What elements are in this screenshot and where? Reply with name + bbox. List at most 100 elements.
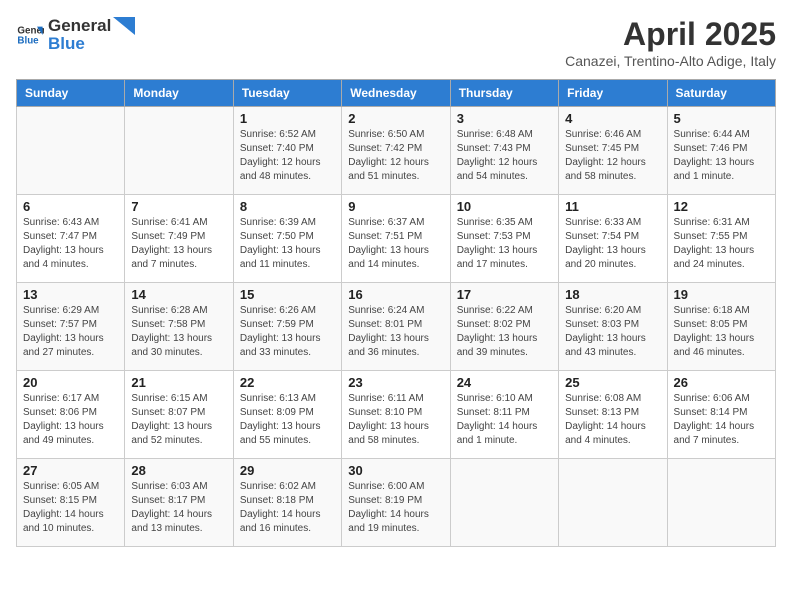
calendar-cell: 29Sunrise: 6:02 AM Sunset: 8:18 PM Dayli… <box>233 459 341 547</box>
calendar-week-row: 6Sunrise: 6:43 AM Sunset: 7:47 PM Daylig… <box>17 195 776 283</box>
day-info: Sunrise: 6:08 AM Sunset: 8:13 PM Dayligh… <box>565 392 660 448</box>
calendar-cell: 6Sunrise: 6:43 AM Sunset: 7:47 PM Daylig… <box>17 195 125 283</box>
calendar-cell: 8Sunrise: 6:39 AM Sunset: 7:50 PM Daylig… <box>233 195 341 283</box>
day-info: Sunrise: 6:17 AM Sunset: 8:06 PM Dayligh… <box>23 392 118 448</box>
day-info: Sunrise: 6:31 AM Sunset: 7:55 PM Dayligh… <box>674 216 769 272</box>
svg-text:Blue: Blue <box>17 35 39 46</box>
calendar-cell: 1Sunrise: 6:52 AM Sunset: 7:40 PM Daylig… <box>233 107 341 195</box>
day-number: 30 <box>348 463 443 478</box>
calendar-cell <box>559 459 667 547</box>
calendar-cell: 26 Sunrise: 6:06 AM Sunset: 8:14 PM Dayli… <box>667 371 775 459</box>
calendar-week-row: 13Sunrise: 6:29 AM Sunset: 7:57 PM Dayli… <box>17 283 776 371</box>
calendar-cell: 3 Sunrise: 6:48 AM Sunset: 7:43 PM Daylig… <box>450 107 558 195</box>
calendar-day-header: Sunday <box>17 80 125 107</box>
page-header: General Blue General Blue April 2025 Can… <box>16 16 776 69</box>
calendar-week-row: 1Sunrise: 6:52 AM Sunset: 7:40 PM Daylig… <box>17 107 776 195</box>
calendar-cell: 30 Sunrise: 6:00 AM Sunset: 8:19 PM Dayli… <box>342 459 450 547</box>
day-info: Sunrise: 6:50 AM Sunset: 7:42 PM Dayligh… <box>348 128 443 184</box>
calendar-header-row: SundayMondayTuesdayWednesdayThursdayFrid… <box>17 80 776 107</box>
day-info: Sunrise: 6:26 AM Sunset: 7:59 PM Dayligh… <box>240 304 335 360</box>
day-info: Sunrise: 6:00 AM Sunset: 8:19 PM Dayligh… <box>348 480 443 536</box>
calendar-cell: 4 Sunrise: 6:46 AM Sunset: 7:45 PM Daylig… <box>559 107 667 195</box>
calendar-cell: 28Sunrise: 6:03 AM Sunset: 8:17 PM Dayli… <box>125 459 233 547</box>
day-number: 8 <box>240 199 335 214</box>
day-info: Sunrise: 6:28 AM Sunset: 7:58 PM Dayligh… <box>131 304 226 360</box>
calendar-cell: 10Sunrise: 6:35 AM Sunset: 7:53 PM Dayli… <box>450 195 558 283</box>
day-number: 16 <box>348 287 443 302</box>
day-number: 21 <box>131 375 226 390</box>
day-info: Sunrise: 6:29 AM Sunset: 7:57 PM Dayligh… <box>23 304 118 360</box>
day-info: Sunrise: 6:35 AM Sunset: 7:53 PM Dayligh… <box>457 216 552 272</box>
day-number: 22 <box>240 375 335 390</box>
calendar-cell: 9 Sunrise: 6:37 AM Sunset: 7:51 PM Daylig… <box>342 195 450 283</box>
calendar-cell <box>125 107 233 195</box>
calendar-cell: 11Sunrise: 6:33 AM Sunset: 7:54 PM Dayli… <box>559 195 667 283</box>
calendar-cell: 23 Sunrise: 6:11 AM Sunset: 8:10 PM Dayli… <box>342 371 450 459</box>
calendar-cell: 12Sunrise: 6:31 AM Sunset: 7:55 PM Dayli… <box>667 195 775 283</box>
day-info: Sunrise: 6:48 AM Sunset: 7:43 PM Dayligh… <box>457 128 552 184</box>
day-info: Sunrise: 6:11 AM Sunset: 8:10 PM Dayligh… <box>348 392 443 448</box>
day-info: Sunrise: 6:15 AM Sunset: 8:07 PM Dayligh… <box>131 392 226 448</box>
calendar-cell: 13Sunrise: 6:29 AM Sunset: 7:57 PM Dayli… <box>17 283 125 371</box>
calendar-cell: 15 Sunrise: 6:26 AM Sunset: 7:59 PM Dayli… <box>233 283 341 371</box>
day-info: Sunrise: 6:46 AM Sunset: 7:45 PM Dayligh… <box>565 128 660 184</box>
location-title: Canazei, Trentino-Alto Adige, Italy <box>565 53 776 69</box>
day-number: 7 <box>131 199 226 214</box>
calendar-cell: 20Sunrise: 6:17 AM Sunset: 8:06 PM Dayli… <box>17 371 125 459</box>
day-number: 24 <box>457 375 552 390</box>
day-info: Sunrise: 6:41 AM Sunset: 7:49 PM Dayligh… <box>131 216 226 272</box>
day-number: 1 <box>240 111 335 126</box>
title-block: April 2025 Canazei, Trentino-Alto Adige,… <box>565 16 776 69</box>
logo: General Blue General Blue <box>16 16 135 54</box>
logo-blue: Blue <box>48 34 135 54</box>
day-number: 25 <box>565 375 660 390</box>
logo-triangle-icon <box>113 17 135 35</box>
day-number: 27 <box>23 463 118 478</box>
day-number: 15 <box>240 287 335 302</box>
day-number: 23 <box>348 375 443 390</box>
day-number: 26 <box>674 375 769 390</box>
calendar-cell: 27 Sunrise: 6:05 AM Sunset: 8:15 PM Dayli… <box>17 459 125 547</box>
day-info: Sunrise: 6:20 AM Sunset: 8:03 PM Dayligh… <box>565 304 660 360</box>
calendar-cell: 14 Sunrise: 6:28 AM Sunset: 7:58 PM Dayli… <box>125 283 233 371</box>
day-info: Sunrise: 6:22 AM Sunset: 8:02 PM Dayligh… <box>457 304 552 360</box>
calendar-day-header: Friday <box>559 80 667 107</box>
calendar-cell: 2 Sunrise: 6:50 AM Sunset: 7:42 PM Daylig… <box>342 107 450 195</box>
calendar-cell: 25 Sunrise: 6:08 AM Sunset: 8:13 PM Dayli… <box>559 371 667 459</box>
day-number: 9 <box>348 199 443 214</box>
day-info: Sunrise: 6:06 AM Sunset: 8:14 PM Dayligh… <box>674 392 769 448</box>
day-number: 3 <box>457 111 552 126</box>
calendar-cell <box>450 459 558 547</box>
calendar-cell <box>667 459 775 547</box>
day-number: 4 <box>565 111 660 126</box>
calendar-table: SundayMondayTuesdayWednesdayThursdayFrid… <box>16 79 776 547</box>
calendar-cell: 19Sunrise: 6:18 AM Sunset: 8:05 PM Dayli… <box>667 283 775 371</box>
day-number: 19 <box>674 287 769 302</box>
day-number: 14 <box>131 287 226 302</box>
day-info: Sunrise: 6:37 AM Sunset: 7:51 PM Dayligh… <box>348 216 443 272</box>
day-number: 28 <box>131 463 226 478</box>
calendar-cell: 5Sunrise: 6:44 AM Sunset: 7:46 PM Daylig… <box>667 107 775 195</box>
day-info: Sunrise: 6:43 AM Sunset: 7:47 PM Dayligh… <box>23 216 118 272</box>
calendar-cell: 17Sunrise: 6:22 AM Sunset: 8:02 PM Dayli… <box>450 283 558 371</box>
day-info: Sunrise: 6:05 AM Sunset: 8:15 PM Dayligh… <box>23 480 118 536</box>
calendar-cell: 18 Sunrise: 6:20 AM Sunset: 8:03 PM Dayli… <box>559 283 667 371</box>
calendar-week-row: 20Sunrise: 6:17 AM Sunset: 8:06 PM Dayli… <box>17 371 776 459</box>
calendar-day-header: Tuesday <box>233 80 341 107</box>
day-number: 2 <box>348 111 443 126</box>
day-info: Sunrise: 6:10 AM Sunset: 8:11 PM Dayligh… <box>457 392 552 448</box>
calendar-cell: 7 Sunrise: 6:41 AM Sunset: 7:49 PM Daylig… <box>125 195 233 283</box>
day-number: 11 <box>565 199 660 214</box>
day-info: Sunrise: 6:24 AM Sunset: 8:01 PM Dayligh… <box>348 304 443 360</box>
calendar-day-header: Monday <box>125 80 233 107</box>
day-number: 18 <box>565 287 660 302</box>
logo-icon: General Blue <box>16 21 44 49</box>
calendar-cell: 16 Sunrise: 6:24 AM Sunset: 8:01 PM Dayli… <box>342 283 450 371</box>
calendar-week-row: 27 Sunrise: 6:05 AM Sunset: 8:15 PM Dayli… <box>17 459 776 547</box>
calendar-day-header: Thursday <box>450 80 558 107</box>
calendar-cell: 21 Sunrise: 6:15 AM Sunset: 8:07 PM Dayli… <box>125 371 233 459</box>
calendar-cell: 22Sunrise: 6:13 AM Sunset: 8:09 PM Dayli… <box>233 371 341 459</box>
month-title: April 2025 <box>565 16 776 53</box>
calendar-cell <box>17 107 125 195</box>
day-info: Sunrise: 6:02 AM Sunset: 8:18 PM Dayligh… <box>240 480 335 536</box>
